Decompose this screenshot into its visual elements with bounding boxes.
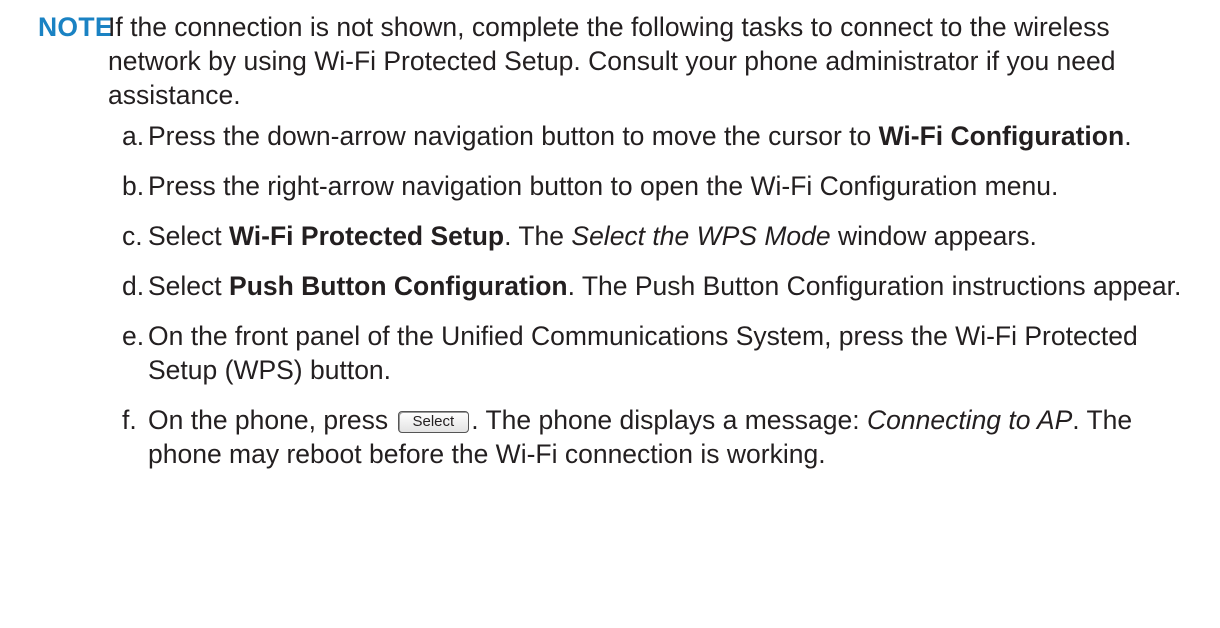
step-marker: b. xyxy=(122,171,145,201)
step-d: d. Select Push Button Configuration. The… xyxy=(108,269,1208,303)
step-text: On the phone, press xyxy=(148,405,396,435)
step-text: Press the down-arrow navigation button t… xyxy=(148,121,879,151)
step-emphasis: Wi-Fi Protected Setup xyxy=(229,221,505,251)
step-text: . The xyxy=(504,221,572,251)
step-list: a. Press the down-arrow navigation butto… xyxy=(108,119,1208,487)
step-text: Select xyxy=(148,271,230,301)
step-text: . The phone displays a message: xyxy=(471,405,867,435)
step-marker: d. xyxy=(122,271,145,301)
step-marker: f. xyxy=(122,405,137,435)
step-c: c. Select Wi-Fi Protected Setup. The Sel… xyxy=(108,219,1208,253)
step-emphasis: Wi-Fi Configuration xyxy=(878,121,1125,151)
step-marker: c. xyxy=(122,221,143,251)
step-a: a. Press the down-arrow navigation butto… xyxy=(108,119,1208,153)
step-text: On the front panel of the Unified Commun… xyxy=(148,321,1138,385)
step-emphasis: Push Button Configuration xyxy=(229,271,568,301)
note-label: NOTE xyxy=(38,12,113,42)
step-text: . The Push Button Configuration instruct… xyxy=(567,271,1182,301)
step-italic: Select the WPS Mode xyxy=(571,221,831,251)
note-text: If the connection is not shown, complete… xyxy=(108,12,1116,110)
step-text: window appears. xyxy=(830,221,1037,251)
step-b: b. Press the right-arrow navigation butt… xyxy=(108,169,1208,203)
step-text: Press the right-arrow navigation button … xyxy=(148,171,1059,201)
step-marker: e. xyxy=(122,321,145,351)
select-softkey-icon: Select xyxy=(397,411,470,433)
step-f: f. On the phone, press Select. The phone… xyxy=(108,403,1208,471)
step-marker: a. xyxy=(122,121,145,151)
step-italic: Connecting to AP xyxy=(866,405,1073,435)
step-text: . xyxy=(1124,121,1132,151)
step-e: e. On the front panel of the Unified Com… xyxy=(108,319,1208,387)
step-text: Select xyxy=(148,221,230,251)
